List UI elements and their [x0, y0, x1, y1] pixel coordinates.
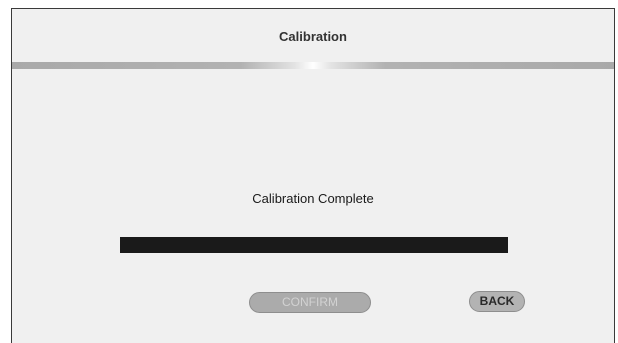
header-divider	[12, 62, 614, 69]
status-message: Calibration Complete	[252, 191, 374, 206]
back-button[interactable]: BACK	[469, 291, 525, 312]
page-title: Calibration	[279, 29, 347, 44]
confirm-button[interactable]: CONFIRM	[249, 292, 371, 313]
progress-bar-fill	[120, 237, 508, 253]
progress-bar	[120, 237, 508, 253]
calibration-screen: Calibration Calibration Complete CONFIRM…	[11, 8, 615, 343]
